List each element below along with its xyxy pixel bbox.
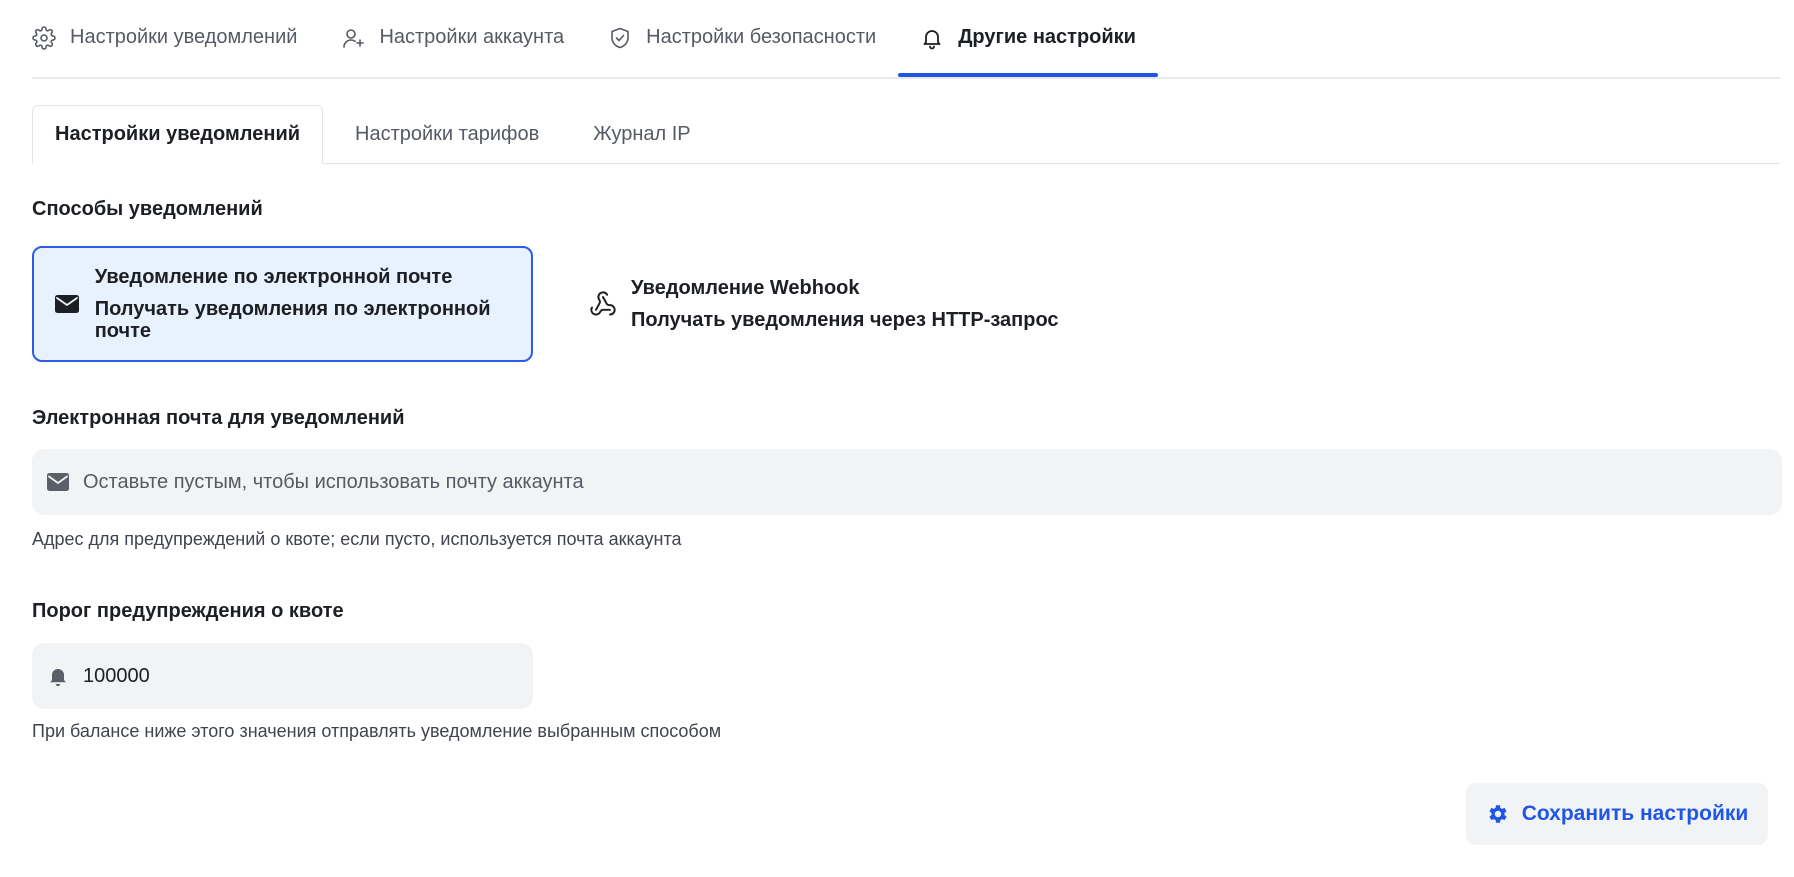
threshold-field-hint: При балансе ниже этого значения отправля… bbox=[32, 721, 722, 741]
webhook-method-title: Уведомление Webhook bbox=[631, 277, 860, 299]
settings-page: Настройки уведомлений Настройки аккаунта… bbox=[32, 0, 1782, 877]
notification-methods-title: Способы уведомлений bbox=[32, 198, 263, 220]
notification-email-input[interactable] bbox=[83, 462, 1782, 502]
tab-label: Настройки аккаунта bbox=[379, 26, 565, 48]
shield-check-icon bbox=[608, 26, 632, 50]
tab-label: Настройки безопасности bbox=[646, 26, 877, 48]
subtab-tariff-settings[interactable]: Настройки тарифов bbox=[333, 106, 561, 163]
tab-other-settings[interactable]: Другие настройки bbox=[898, 0, 1158, 77]
quota-threshold-input[interactable] bbox=[83, 656, 533, 696]
bell-icon bbox=[920, 26, 944, 50]
save-settings-button[interactable]: Сохранить настройки bbox=[1466, 783, 1768, 845]
save-button-label: Сохранить настройки bbox=[1521, 802, 1749, 825]
tab-security-settings[interactable]: Настройки безопасности bbox=[586, 0, 898, 75]
webhook-icon bbox=[589, 290, 617, 318]
user-plus-icon bbox=[341, 26, 365, 50]
threshold-field-label: Порог предупреждения о квоте bbox=[32, 600, 344, 622]
webhook-method-text: Уведомление Webhook Получать уведомления… bbox=[631, 277, 1059, 331]
email-method-text: Уведомление по электронной почте Получат… bbox=[95, 266, 531, 342]
subtab-ip-log[interactable]: Журнал IP bbox=[571, 106, 712, 163]
tab-account-settings[interactable]: Настройки аккаунта bbox=[319, 0, 586, 75]
bell-icon bbox=[45, 663, 71, 689]
threshold-input-box bbox=[32, 643, 533, 709]
email-field-label: Электронная почта для уведомлений bbox=[32, 407, 405, 429]
email-method-title: Уведомление по электронной почте bbox=[94, 266, 453, 288]
gear-icon bbox=[32, 25, 56, 50]
email-field-hint: Адрес для предупреждений о квоте; если п… bbox=[32, 529, 682, 549]
tab-label: Настройки уведомлений bbox=[70, 26, 298, 48]
email-input-box bbox=[32, 449, 1782, 515]
subtab-notification-settings[interactable]: Настройки уведомлений bbox=[32, 105, 324, 164]
webhook-method-description: Получать уведомления через HTTP-запрос bbox=[631, 309, 1059, 331]
tab-notification-settings[interactable]: Настройки уведомлений bbox=[32, 0, 319, 75]
mail-icon bbox=[45, 469, 71, 495]
top-tabs-bar: Настройки уведомлений Настройки аккаунта… bbox=[32, 0, 1780, 79]
sub-tabs-bar: Настройки уведомлений Настройки тарифов … bbox=[32, 105, 1780, 164]
email-method-description: Получать уведомления по электронной почт… bbox=[94, 298, 491, 342]
webhook-method-card[interactable]: Уведомление Webhook Получать уведомления… bbox=[567, 246, 1127, 362]
tab-label: Другие настройки bbox=[958, 26, 1136, 48]
email-method-card[interactable]: Уведомление по электронной почте Получат… bbox=[32, 246, 533, 362]
gear-icon bbox=[1486, 802, 1510, 826]
mail-icon bbox=[54, 290, 81, 318]
